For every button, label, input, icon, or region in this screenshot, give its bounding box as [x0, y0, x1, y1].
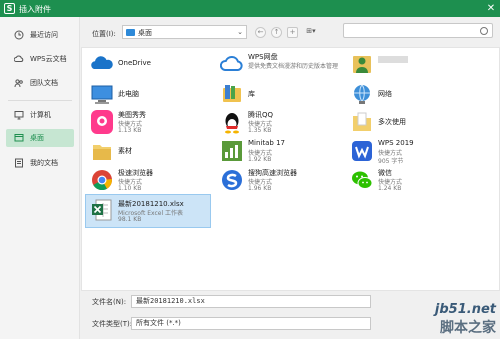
file-size: 1.35 KB [248, 127, 272, 134]
file-name: 库 [248, 90, 255, 98]
sidebar-item-desktop[interactable]: 桌面 [6, 129, 74, 147]
window-title: 插入附件 [19, 5, 51, 14]
search-input[interactable] [343, 23, 493, 38]
folder-icon [93, 145, 111, 160]
new-folder-button[interactable]: + [287, 27, 298, 38]
filetype-select[interactable]: 所有文件 (*.*) [131, 317, 371, 330]
computer-icon [14, 111, 24, 120]
file-item-sogou-browser[interactable]: 搜狗高速浏览器 快捷方式 1.96 KB [216, 164, 342, 198]
up-folder-button[interactable]: ↑ [271, 27, 282, 38]
sidebar-item-label: WPS云文档 [30, 55, 67, 63]
library-icon [223, 85, 241, 102]
file-name: OneDrive [118, 59, 151, 67]
search-icon [480, 27, 488, 35]
file-item-wechat[interactable]: 微信 快捷方式 1.24 KB [346, 164, 472, 198]
file-item-speed-browser[interactable]: 极速浏览器 快捷方式 1.10 KB [86, 164, 212, 198]
file-name: 此电脑 [118, 90, 139, 98]
file-list: OneDrive WPS网盘 提供免费文档漫游和历史版本管理 此电脑 库 网络 … [81, 47, 500, 291]
sidebar-item-label: 团队文档 [30, 79, 58, 87]
site-watermark: jb51.net 脚本之家 [435, 302, 496, 337]
network-icon [354, 84, 370, 104]
file-item-user-folder[interactable] [346, 48, 472, 82]
sidebar-divider [8, 100, 72, 101]
file-name-label: 多次使用 [378, 118, 406, 126]
wps-icon [352, 141, 372, 161]
file-size: 1.92 KB [248, 156, 272, 163]
sidebar-item-label: 桌面 [30, 134, 44, 142]
onedrive-icon [91, 56, 113, 69]
wps-logo-icon: S [4, 3, 15, 14]
meitu-icon [91, 110, 113, 134]
clock-icon [14, 30, 24, 40]
wps-cloud-icon [220, 55, 243, 71]
file-size: 1.10 KB [118, 185, 142, 192]
watermark-url: jb51.net [434, 302, 496, 317]
file-size: 1.24 KB [378, 185, 402, 192]
sidebar-item-computer[interactable]: 计算机 [6, 106, 74, 124]
location-toolbar: 位置(I): 桌面 ⌄ ← ↑ + ⊞▾ [81, 17, 500, 47]
team-doc-icon [14, 79, 23, 88]
qq-icon [225, 113, 239, 134]
sidebar: 最近访问 WPS云文档 团队文档 计算机 桌面 我的文档 [0, 17, 80, 339]
title-bar: S 插入附件 ✕ [0, 0, 500, 17]
file-description: 提供免费文档漫游和历史版本管理 [248, 63, 339, 70]
file-size: 1.13 KB [118, 127, 142, 134]
watermark-name: 脚本之家 [440, 320, 496, 336]
wechat-icon [352, 171, 373, 189]
desktop-icon [14, 134, 24, 142]
my-docs-icon [15, 158, 23, 168]
this-pc-icon [91, 85, 113, 104]
file-name: Minitab 17 [248, 139, 285, 147]
chrome-icon [92, 170, 112, 191]
back-button[interactable]: ← [255, 27, 266, 38]
filename-label: 文件名(N): [92, 298, 127, 306]
sidebar-item-wps-cloud[interactable]: WPS云文档 [6, 50, 74, 68]
sidebar-item-team-docs[interactable]: 团队文档 [6, 74, 74, 92]
user-folder-icon [353, 56, 371, 73]
sidebar-item-my-docs[interactable]: 我的文档 [6, 154, 74, 172]
file-size: 1.96 KB [248, 185, 272, 192]
location-label: 位置(I): [92, 30, 116, 38]
file-name: WPS 2019 [378, 139, 414, 147]
sogou-icon [222, 170, 242, 190]
file-name: 素材 [118, 147, 132, 155]
sidebar-item-label: 计算机 [30, 111, 51, 119]
sidebar-item-label: 最近访问 [30, 31, 58, 39]
cloud-doc-icon [14, 55, 24, 62]
view-mode-button[interactable]: ⊞▾ [303, 27, 319, 38]
minitab-icon [222, 141, 242, 161]
file-item-wps-cloud[interactable]: WPS网盘 提供免费文档漫游和历史版本管理 [216, 48, 342, 82]
file-name: 网络 [378, 90, 392, 98]
excel-icon [92, 199, 112, 221]
sidebar-item-recent[interactable]: 最近访问 [6, 26, 74, 44]
location-value: 桌面 [138, 29, 152, 37]
desktop-folder-icon [126, 29, 135, 36]
file-item-onedrive[interactable]: OneDrive [86, 48, 212, 82]
close-button[interactable]: ✕ [482, 0, 500, 17]
file-size: 98.1 KB [118, 216, 142, 223]
file-item-excel-selected[interactable]: 最新20181210.xlsx Microsoft Excel 工作表 98.1… [85, 194, 211, 228]
location-select[interactable]: 桌面 ⌄ [122, 25, 247, 39]
chevron-down-icon: ⌄ [237, 28, 243, 36]
filetype-label: 文件类型(T): [92, 320, 133, 328]
filename-input[interactable]: 最新20181210.xlsx [131, 295, 371, 308]
sidebar-item-label: 我的文档 [30, 159, 58, 167]
blurred-user-name [378, 56, 408, 63]
folder-icon [353, 112, 371, 131]
